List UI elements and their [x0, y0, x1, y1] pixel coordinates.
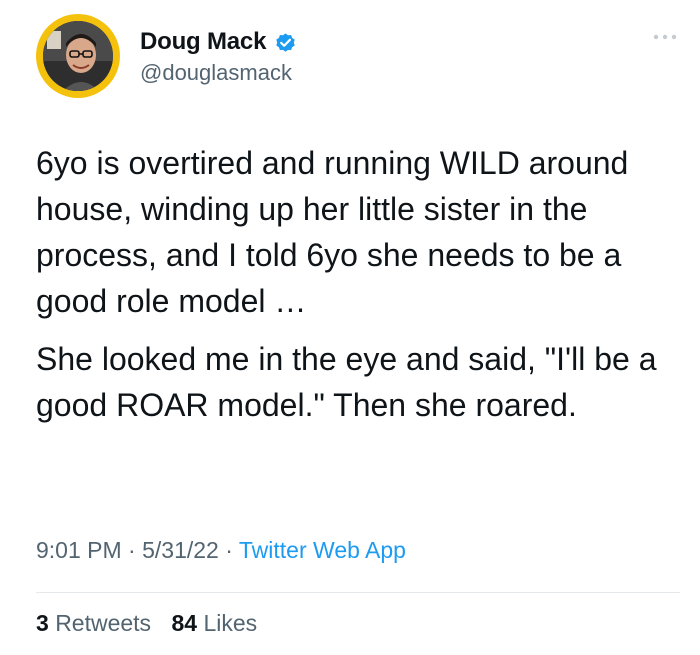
- tweet-source-link[interactable]: Twitter Web App: [239, 537, 406, 563]
- likes-label: Likes: [203, 610, 258, 636]
- likes-stat[interactable]: 84 Likes: [171, 610, 257, 636]
- author-name-row: Doug Mack: [140, 28, 297, 56]
- avatar-photo: [43, 21, 113, 91]
- likes-count: 84: [171, 610, 198, 636]
- tweet-paragraph: 6yo is overtired and running WILD around…: [36, 145, 629, 319]
- retweets-count: 3: [36, 610, 49, 636]
- author-name[interactable]: Doug Mack: [140, 28, 266, 56]
- tweet-time[interactable]: 9:01 PM: [36, 537, 122, 563]
- retweets-label: Retweets: [55, 610, 152, 636]
- meta-separator: ·: [225, 537, 233, 563]
- divider: [36, 592, 680, 593]
- more-horizontal-icon[interactable]: [652, 30, 678, 42]
- tweet-paragraph: She looked me in the eye and said, "I'll…: [36, 341, 657, 423]
- tweet-stats: 3 Retweets 84 Likes: [36, 610, 257, 637]
- tweet-date[interactable]: 5/31/22: [142, 537, 219, 563]
- retweets-stat[interactable]: 3 Retweets: [36, 610, 151, 636]
- meta-separator: ·: [128, 537, 136, 563]
- tweet-text: 6yo is overtired and running WILD around…: [36, 140, 676, 428]
- tweet-meta: 9:01 PM · 5/31/22 · Twitter Web App: [36, 537, 406, 564]
- avatar[interactable]: [36, 14, 120, 98]
- verified-badge-icon: [274, 31, 297, 54]
- author-handle[interactable]: @douglasmack: [140, 60, 292, 86]
- tweet-card: Doug Mack @douglasmack 6yo is overtired …: [0, 0, 700, 655]
